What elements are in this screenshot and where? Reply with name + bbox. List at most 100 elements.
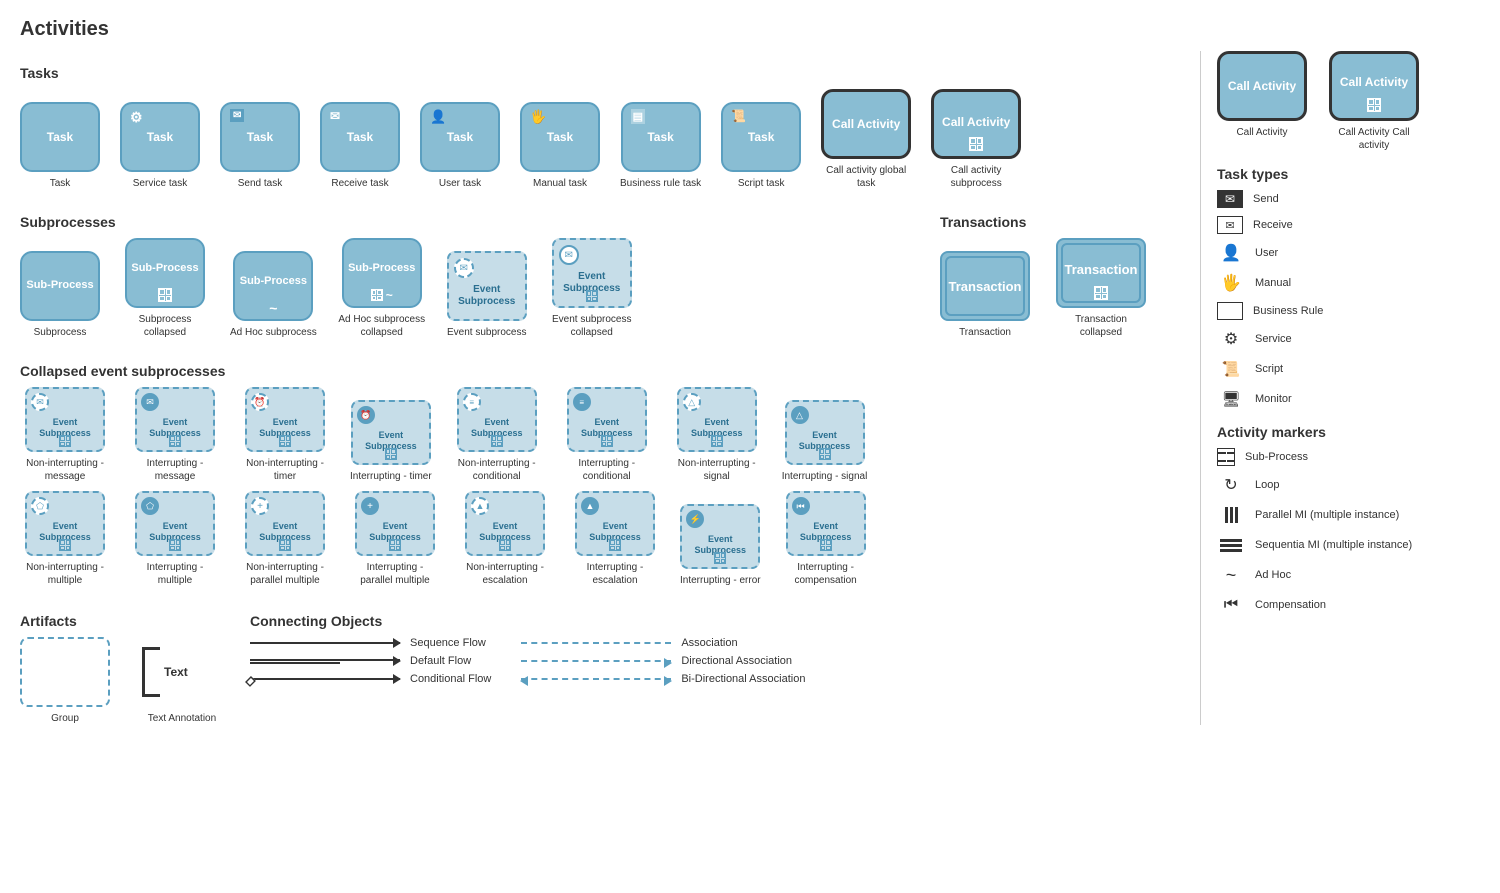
timer-circle-dashed: ⏰ xyxy=(251,393,269,411)
call-activity-subprocess-shape[interactable]: Call Activity xyxy=(931,89,1021,159)
item-task: Task Task xyxy=(20,102,100,190)
group-box[interactable] xyxy=(20,637,110,707)
subprocess-shape[interactable]: Sub-Process xyxy=(20,251,100,321)
int-compensation-shape[interactable]: ⏮ EventSubprocess xyxy=(786,491,866,556)
subprocess-collapsed-label: Subprocess collapsed xyxy=(120,313,210,339)
int-error-shape[interactable]: ⚡ EventSubprocess xyxy=(680,504,760,569)
rp-call-act-2-text: Call Activity xyxy=(1340,75,1408,89)
conditional-arrow xyxy=(393,674,401,684)
adhoc-subprocess-text: Sub-Process xyxy=(240,275,307,288)
rp-call-act-2[interactable]: Call Activity xyxy=(1329,51,1419,121)
collapsed-event-row1: ✉ EventSubprocess Non-interrupting - mes… xyxy=(20,387,1180,483)
annotation-text: Text xyxy=(164,665,188,679)
loop-label: Loop xyxy=(1255,479,1279,491)
bidirectional-label: Bi-Directional Association xyxy=(681,673,805,685)
send-task-shape[interactable]: ✉ Task xyxy=(220,102,300,172)
rp-script: 📜 Script xyxy=(1217,358,1480,380)
directional-arrow xyxy=(664,658,672,668)
subprocesses-row: Sub-Process Subprocess Sub-Process xyxy=(20,238,920,339)
transaction-label: Transaction xyxy=(959,326,1011,339)
subprocess-collapsed-shape[interactable]: Sub-Process xyxy=(125,238,205,308)
subprocess-marker-icon xyxy=(1217,448,1235,466)
script-task-shape[interactable]: 📜 Task xyxy=(721,102,801,172)
grid-int-sig xyxy=(819,448,831,460)
item-non-int-parallel: + EventSubprocess Non-interrupting - par… xyxy=(240,491,330,587)
user-task-label: User task xyxy=(439,177,481,190)
receive-task-shape[interactable]: ✉ Task xyxy=(320,102,400,172)
non-int-message-shape[interactable]: ✉ EventSubprocess xyxy=(25,387,105,452)
activity-markers-section: Activity markers Sub-Process ↻ Loop xyxy=(1217,424,1480,616)
int-timer-shape[interactable]: ⏰ EventSubprocess xyxy=(351,400,431,465)
business-rule-task-label-inside: Task xyxy=(647,130,673,144)
int-multiple-shape[interactable]: ⬠ EventSubprocess xyxy=(135,491,215,556)
send-icon-rp: ✉ xyxy=(1217,190,1243,208)
non-int-timer-label: Non-interrupting - timer xyxy=(240,457,330,483)
grid-non-int-sig xyxy=(711,435,723,447)
conn-default: Default Flow xyxy=(250,655,491,667)
int-conditional-shape[interactable]: ≡ EventSubprocess xyxy=(567,387,647,452)
item-adhoc-subprocess: Sub-Process ~ Ad Hoc subprocess xyxy=(230,251,317,339)
activity-markers-heading: Activity markers xyxy=(1217,424,1480,440)
non-int-signal-label: Non-interrupting - signal xyxy=(672,457,762,483)
business-rule-task-shape[interactable]: ▤ Task xyxy=(621,102,701,172)
cond-circle-filled: ≡ xyxy=(573,393,591,411)
para-circle-dashed: + xyxy=(251,497,269,515)
right-panel: Call Activity Call Activity Call Activit… xyxy=(1200,51,1480,725)
rp-business-rule: Business Rule xyxy=(1217,302,1480,320)
item-script-task: 📜 Task Script task xyxy=(721,102,801,190)
parallel-mi-icon xyxy=(1217,504,1245,526)
conn-right: Association Directional Association xyxy=(521,637,805,691)
subprocesses-heading: Subprocesses xyxy=(20,214,920,230)
item-call-activity-global: Call Activity Call activity global task xyxy=(821,89,911,190)
event-circle-envelope: ✉ xyxy=(454,258,474,278)
artifacts-heading: Artifacts xyxy=(20,613,220,629)
int-message-shape[interactable]: ✉ EventSubprocess xyxy=(135,387,215,452)
item-int-error: ⚡ EventSubprocess Interrupting - error xyxy=(680,504,761,587)
int-parallel-shape[interactable]: + EventSubprocess xyxy=(355,491,435,556)
script-task-label: Script task xyxy=(738,177,785,190)
non-int-escalation-shape[interactable]: ▲ EventSubprocess xyxy=(465,491,545,556)
service-task-label-inside: Task xyxy=(147,130,173,144)
service-task-shape[interactable]: ⚙ Task xyxy=(120,102,200,172)
default-label: Default Flow xyxy=(410,655,471,667)
rp-call-act-1[interactable]: Call Activity xyxy=(1217,51,1307,121)
non-int-parallel-shape[interactable]: + EventSubprocess xyxy=(245,491,325,556)
task-shape[interactable]: Task xyxy=(20,102,100,172)
am-adhoc: ~ Ad Hoc xyxy=(1217,564,1480,586)
event-circle-envelope-filled: ✉ xyxy=(559,245,579,265)
item-adhoc-collapsed: Sub-Process ~ xyxy=(337,238,427,339)
subprocess-label-inside: Sub-Process xyxy=(26,279,93,292)
item-business-rule-task: ▤ Task Business rule task xyxy=(620,102,701,190)
am-sequential-mi: Sequentia MI (multiple instance) xyxy=(1217,534,1480,556)
transaction-collapsed-shape[interactable]: Transaction xyxy=(1056,238,1146,308)
sig-circle-dashed: △ xyxy=(683,393,701,411)
conn-directional: Directional Association xyxy=(521,655,805,667)
grid-non-int-msg xyxy=(59,435,71,447)
item-transaction-collapsed: Transaction Transaction collapsed xyxy=(1056,238,1146,339)
tasks-section: Tasks Task Task ⚙ Task xyxy=(20,65,1180,190)
call-activity-subprocess-text: Call Activity xyxy=(942,115,1010,129)
rp-service: ⚙ Service xyxy=(1217,328,1480,350)
subprocesses-section: Subprocesses Sub-Process Subprocess xyxy=(20,200,920,339)
transactions-row: Transaction Transaction Transaction xyxy=(940,238,1180,339)
user-task-shape[interactable]: 👤 Task xyxy=(420,102,500,172)
manual-task-shape[interactable]: 🖐 Task xyxy=(520,102,600,172)
tilde-adhoc-collapsed: ~ xyxy=(386,288,393,302)
int-signal-shape[interactable]: △ EventSubprocess xyxy=(785,400,865,465)
int-escalation-shape[interactable]: ▲ EventSubprocess xyxy=(575,491,655,556)
event-subprocess-collapsed-shape[interactable]: ✉ EventSubprocess xyxy=(552,238,632,308)
item-non-int-message: ✉ EventSubprocess Non-interrupting - mes… xyxy=(20,387,110,483)
service-task-label: Service task xyxy=(133,177,187,190)
send-task-label: Send task xyxy=(238,177,282,190)
adhoc-collapsed-shape[interactable]: Sub-Process ~ xyxy=(342,238,422,308)
adhoc-subprocess-shape[interactable]: Sub-Process ~ xyxy=(233,251,313,321)
non-int-timer-shape[interactable]: ⏰ EventSubprocess xyxy=(245,387,325,452)
event-subprocess-shape[interactable]: ✉ EventSubprocess xyxy=(447,251,527,321)
non-int-conditional-shape[interactable]: ≡ EventSubprocess xyxy=(457,387,537,452)
non-int-signal-shape[interactable]: △ EventSubprocess xyxy=(677,387,757,452)
call-activity-global-shape[interactable]: Call Activity xyxy=(821,89,911,159)
transaction-shape[interactable]: Transaction xyxy=(940,251,1030,321)
directional-label: Directional Association xyxy=(681,655,792,667)
non-int-multiple-shape[interactable]: ⬠ EventSubprocess xyxy=(25,491,105,556)
item-user-task: 👤 Task User task xyxy=(420,102,500,190)
